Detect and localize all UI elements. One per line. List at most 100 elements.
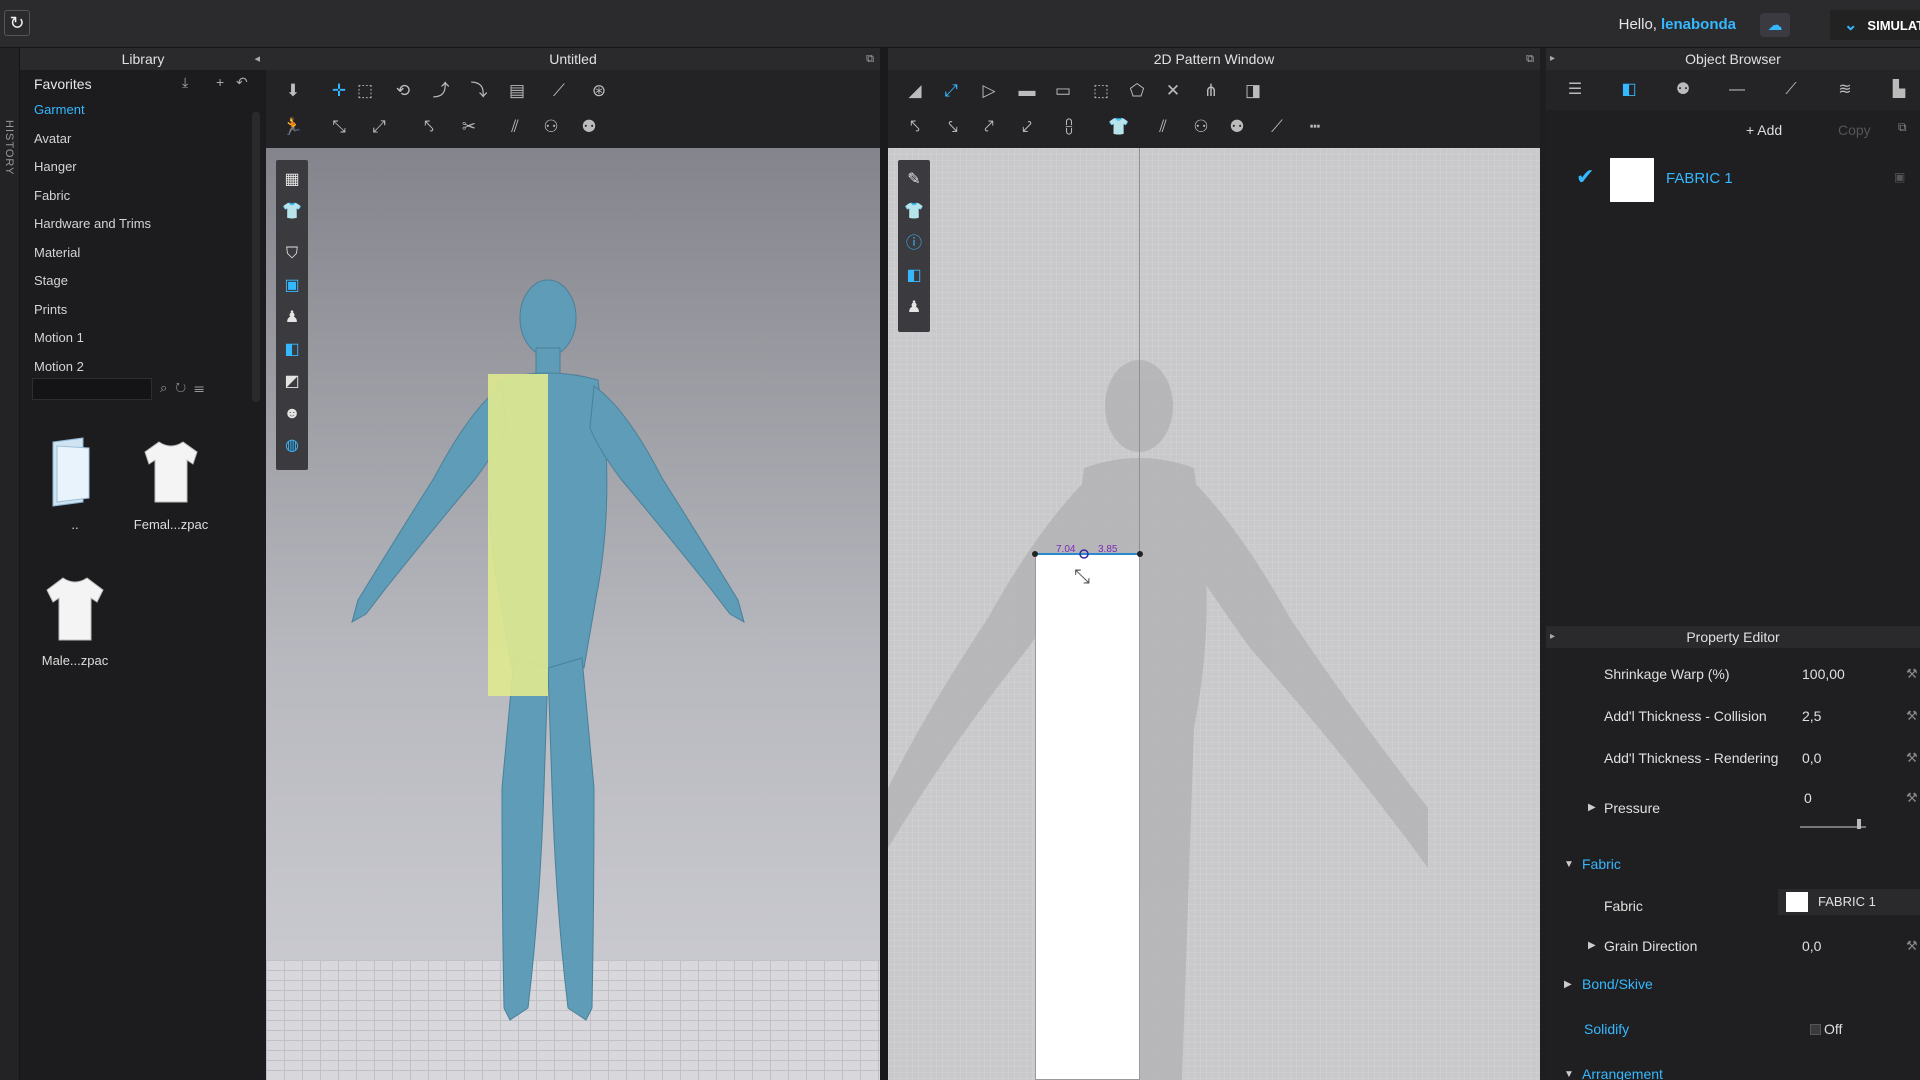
library-item-hanger[interactable]: Hanger xyxy=(20,153,266,182)
pattern-3d[interactable] xyxy=(488,374,548,696)
info-icon[interactable]: ⓘ xyxy=(900,230,928,258)
fabric-tab-icon[interactable]: ◧ xyxy=(1614,78,1644,102)
wrench-icon[interactable]: ⚒ xyxy=(1906,790,1918,806)
copy-button[interactable]: Copy xyxy=(1838,122,1871,138)
trace-icon[interactable]: ✕ xyxy=(1160,78,1186,104)
avatar-skin-icon[interactable]: ☻ xyxy=(278,400,306,428)
fabric-render-icon[interactable]: ◧ xyxy=(278,336,306,364)
avatar-display-icon[interactable]: ♟ xyxy=(278,304,306,332)
file-item-parent[interactable]: .. xyxy=(30,436,120,532)
prop-value[interactable]: 100,00 xyxy=(1802,666,1845,682)
prop-value[interactable]: 2,5 xyxy=(1802,708,1821,724)
rotate-pattern-icon[interactable]: ⟲ xyxy=(390,78,416,104)
fabric-select[interactable]: FABRIC 1 xyxy=(1778,889,1920,915)
fold-icon[interactable]: ⤴ xyxy=(428,78,454,104)
fold-arrange-icon[interactable]: ⤵ xyxy=(466,78,492,104)
rectangle-icon[interactable]: ▬ xyxy=(1014,78,1040,104)
measure-icon[interactable]: ⊛ xyxy=(586,78,612,104)
segment-sew-icon[interactable]: ⤡ xyxy=(326,114,352,140)
view-divider[interactable] xyxy=(880,48,888,1080)
history-strip[interactable]: HISTORY xyxy=(0,48,20,1080)
solidify-checkbox[interactable] xyxy=(1810,1024,1821,1035)
transform-icon[interactable]: ✛ xyxy=(326,78,352,104)
fabric-list-item[interactable]: ✔ FABRIC 1 ▣ xyxy=(1546,150,1920,206)
list-tab-icon[interactable]: ☰ xyxy=(1560,78,1590,102)
pattern-piece-2d[interactable] xyxy=(1035,554,1140,1080)
collapse-arrow-icon[interactable]: ▸ xyxy=(1550,626,1555,648)
pin-icon[interactable]: ⟋ xyxy=(546,78,572,104)
list-view-icon[interactable]: ☰ xyxy=(194,380,212,395)
expand-arrow-icon[interactable]: ▶ xyxy=(1588,940,1596,951)
collapse-arrow-icon[interactable]: ◂ xyxy=(254,48,260,70)
internal-rect-icon[interactable]: ⬚ xyxy=(1088,78,1114,104)
library-scrollbar[interactable] xyxy=(252,112,260,402)
add-button[interactable]: + Add xyxy=(1746,122,1782,138)
simulation-button[interactable]: ⌄ SIMULAT xyxy=(1830,10,1920,40)
add-icon[interactable]: + xyxy=(216,74,224,90)
check-sewing-icon[interactable]: ⤦ xyxy=(1014,114,1040,140)
tuck-icon[interactable]: ▤ xyxy=(504,78,530,104)
favorites-label[interactable]: Favorites xyxy=(34,76,92,92)
library-item-hardware[interactable]: Hardware and Trims xyxy=(20,210,266,239)
download-icon[interactable]: ⤓ xyxy=(182,74,188,91)
prop-value[interactable]: 0,0 xyxy=(1802,750,1821,766)
file-item-female[interactable]: Femal...zpac xyxy=(126,436,216,532)
button-2d-icon[interactable]: ⚇ xyxy=(1188,114,1214,140)
viewport-2d[interactable]: 7.04 3.85 ⤡ ✎ 👕 ⓘ ◧ ♟ xyxy=(888,148,1540,1080)
file-item-male[interactable]: Male...zpac xyxy=(30,572,120,668)
texture-icon[interactable]: ▣ xyxy=(278,272,306,300)
section-fabric[interactable]: ▼ Fabric xyxy=(1546,856,1920,876)
expand-arrow-icon[interactable]: ▶ xyxy=(1588,802,1596,813)
back-icon[interactable]: ↶ xyxy=(236,74,248,91)
adjust-pattern-icon[interactable]: ◢ xyxy=(902,78,928,104)
popout-icon[interactable]: ⧉ xyxy=(866,48,874,70)
dart-icon[interactable]: ⋔ xyxy=(1198,78,1224,104)
internal-polygon-icon[interactable]: ⬠ xyxy=(1124,78,1150,104)
search-icon[interactable]: ⌕ xyxy=(160,380,175,395)
line-tab-icon[interactable]: — xyxy=(1722,78,1752,102)
zipper-tab-icon[interactable]: ≋ xyxy=(1830,78,1860,102)
buttonhole-2d-icon[interactable]: ⚉ xyxy=(1224,114,1250,140)
select-mesh-icon[interactable]: ⬇ xyxy=(280,78,306,104)
section-bond-skive[interactable]: ▶ Bond/Skive xyxy=(1546,976,1920,996)
library-item-motion-1[interactable]: Motion 1 xyxy=(20,324,266,353)
buttonhole-icon[interactable]: ⚉ xyxy=(576,114,602,140)
button-icon[interactable]: ⚇ xyxy=(538,114,564,140)
wrench-icon[interactable]: ⚒ xyxy=(1906,708,1918,724)
library-item-material[interactable]: Material xyxy=(20,239,266,268)
trim-icon[interactable]: 👕 xyxy=(1106,114,1132,140)
viewport-3d[interactable]: ▦ 👕 ⛉ ▣ ♟ ◧ ◩ ☻ ◍ xyxy=(266,148,880,1080)
edit-curvature-icon[interactable]: ▷ xyxy=(976,78,1002,104)
refresh-icon[interactable]: ↻ xyxy=(175,380,194,395)
library-item-garment[interactable]: Garment xyxy=(20,96,266,125)
wrench-icon[interactable]: ⚒ xyxy=(1906,938,1918,954)
avatar-2d-icon[interactable]: ♟ xyxy=(900,294,928,322)
library-item-prints[interactable]: Prints xyxy=(20,296,266,325)
edit-pattern-icon[interactable]: ⤢ xyxy=(938,78,964,104)
dashed-line-icon[interactable]: ┅ xyxy=(1302,114,1328,140)
cut-sew-icon[interactable]: ✂ xyxy=(456,114,482,140)
edit-sewing-icon[interactable]: ⤤ xyxy=(976,114,1002,140)
prop-value[interactable]: 0,0 xyxy=(1802,938,1821,954)
avatar-pose-icon[interactable]: 🏃 xyxy=(280,114,306,140)
username-link[interactable]: lenabonda xyxy=(1661,16,1736,33)
library-item-motion-2[interactable]: Motion 2 xyxy=(20,353,266,382)
wrench-icon[interactable]: ⚒ xyxy=(1906,750,1918,766)
more-icon[interactable]: ⧉ xyxy=(1898,120,1907,135)
prop-value[interactable]: 0 xyxy=(1804,790,1812,806)
edit-sew-icon[interactable]: ⤣ xyxy=(416,114,442,140)
free-sewing-icon[interactable]: ⤥ xyxy=(940,114,966,140)
library-item-avatar[interactable]: Avatar xyxy=(20,125,266,154)
pressure-slider-thumb[interactable] xyxy=(1857,819,1861,829)
popout-icon[interactable]: ⧉ xyxy=(1526,48,1534,70)
fold-line-icon[interactable]: ⩉ xyxy=(1056,114,1082,140)
thickness-icon[interactable]: ◩ xyxy=(278,368,306,396)
show-garment-icon[interactable]: 👕 xyxy=(278,198,306,226)
pattern-ruler-icon[interactable]: ✎ xyxy=(900,166,928,194)
show-garment-2d-icon[interactable]: 👕 xyxy=(900,198,928,226)
topstitching-icon[interactable]: ⫽ xyxy=(1150,114,1176,140)
segment-sewing-icon[interactable]: ⤣ xyxy=(902,114,928,140)
free-sew-icon[interactable]: ⤢ xyxy=(366,114,392,140)
cloud-icon[interactable]: ☁ xyxy=(1760,13,1790,37)
wrench-icon[interactable]: ⚒ xyxy=(1906,666,1918,682)
